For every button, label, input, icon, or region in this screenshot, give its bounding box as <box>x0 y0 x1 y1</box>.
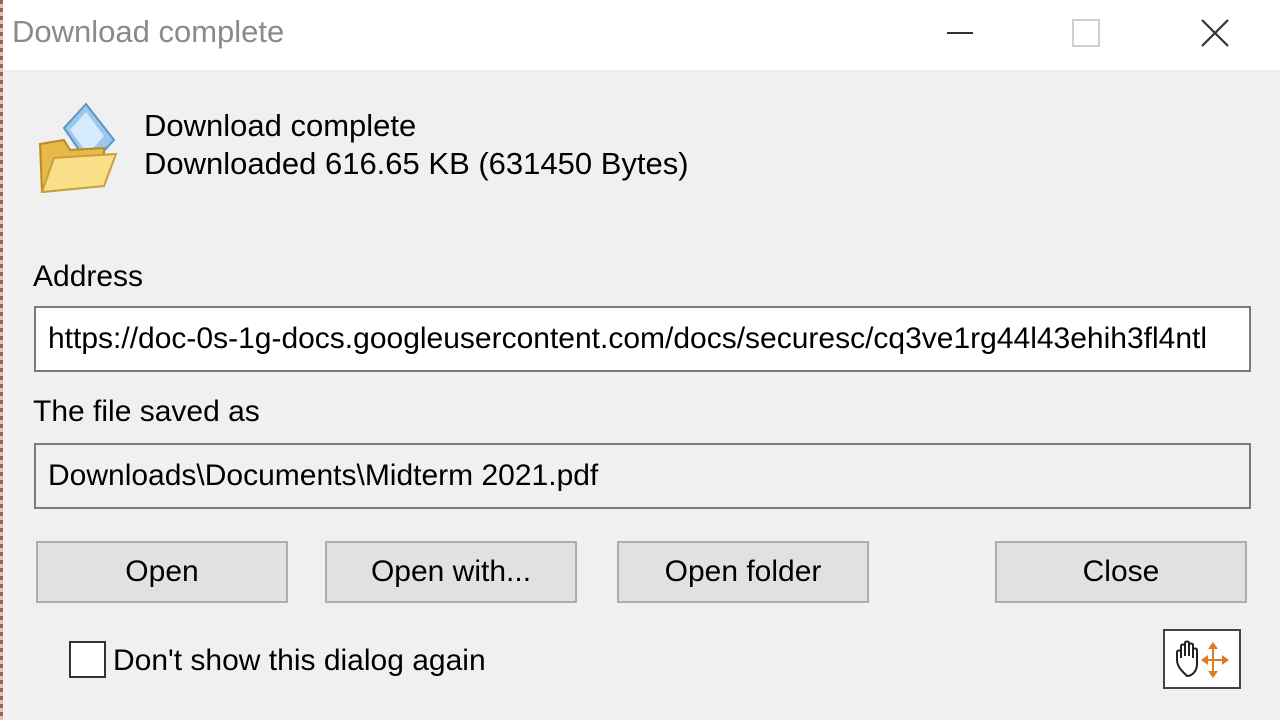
open-with-button[interactable]: Open with... <box>325 541 577 603</box>
title-bar[interactable]: Download complete <box>3 0 1280 70</box>
folder-open-icon <box>38 102 118 194</box>
open-button[interactable]: Open <box>36 541 288 603</box>
maximize-icon <box>1072 19 1100 47</box>
dont-show-checkbox[interactable] <box>69 641 106 678</box>
close-icon <box>1201 19 1229 47</box>
saved-path-field[interactable] <box>34 443 1251 509</box>
open-folder-button[interactable]: Open folder <box>617 541 869 603</box>
download-complete-dialog: Download complete Download complete Down… <box>0 0 1280 720</box>
download-status: Download complete <box>144 108 417 143</box>
address-label: Address <box>33 260 144 293</box>
minimize-icon <box>947 32 973 34</box>
minimize-button[interactable] <box>900 0 1020 66</box>
dont-show-label: Don't show this dialog again <box>113 644 486 677</box>
window-left-edge <box>0 0 3 720</box>
download-size: Downloaded 616.65 KB (631450 Bytes) <box>144 146 689 181</box>
hand-drag-icon <box>1176 640 1229 678</box>
saved-as-label: The file saved as <box>33 395 260 428</box>
close-window-button[interactable] <box>1155 0 1275 66</box>
maximize-button[interactable] <box>1026 0 1146 66</box>
drag-button[interactable] <box>1163 629 1241 689</box>
close-button[interactable]: Close <box>995 541 1247 603</box>
address-field[interactable] <box>34 306 1251 372</box>
window-title: Download complete <box>12 14 285 49</box>
